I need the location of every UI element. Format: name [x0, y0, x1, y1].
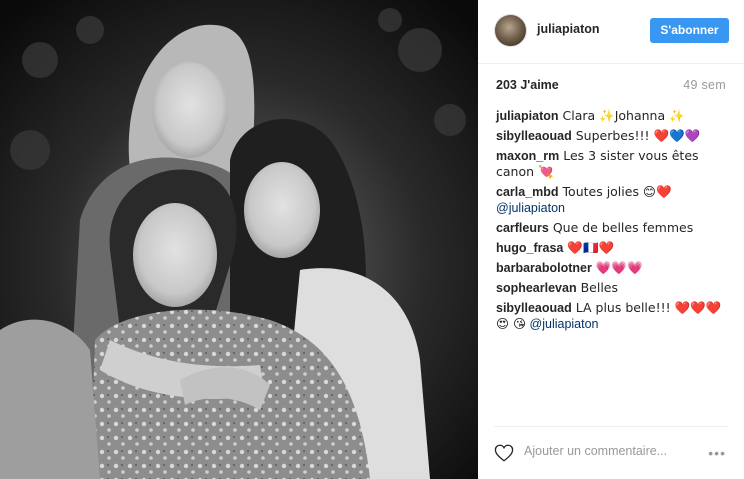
post-side-panel: juliapiaton S'abonner 203 J'aime 49 sem … [478, 0, 744, 479]
comment-username[interactable]: sibylleaouad [496, 129, 572, 143]
comment-item: juliapiaton Clara ✨Johanna ✨ [496, 108, 730, 124]
comment-item: carfleurs Que de belles femmes [496, 220, 730, 236]
post-photo[interactable] [0, 0, 478, 479]
comment-username[interactable]: juliapiaton [496, 109, 559, 123]
comment-footer: ••• [494, 426, 728, 474]
comment-mention[interactable]: @juliapiaton [496, 201, 565, 215]
add-comment-input[interactable] [524, 444, 684, 458]
likes-count[interactable]: 203 J'aime [496, 78, 559, 92]
follow-button[interactable]: S'abonner [650, 18, 729, 43]
comment-item: barbarabolotner 💗💗💗 [496, 260, 730, 276]
comment-username[interactable]: maxon_rm [496, 149, 559, 163]
comment-mention[interactable]: @juliapiaton [530, 317, 599, 331]
comment-username[interactable]: carfleurs [496, 221, 549, 235]
more-options-icon[interactable]: ••• [708, 445, 726, 461]
avatar[interactable] [494, 14, 527, 47]
comment-text: Toutes jolies 😊❤️ [562, 184, 672, 199]
comment-username[interactable]: barbarabolotner [496, 261, 592, 275]
comment-username[interactable]: sophearlevan [496, 281, 577, 295]
comment-item: hugo_frasa ❤️🇫🇷❤️ [496, 240, 730, 256]
username-link[interactable]: juliapiaton [537, 22, 600, 36]
post-meta: 203 J'aime 49 sem [496, 78, 726, 94]
instagram-post: juliapiaton S'abonner 203 J'aime 49 sem … [0, 0, 744, 479]
comment-item: maxon_rm Les 3 sister vous êtes canon 💘 [496, 148, 730, 180]
comment-text: Que de belles femmes [552, 220, 694, 235]
comment-list: juliapiaton Clara ✨Johanna ✨ sibylleaouad… [496, 108, 730, 336]
comment-username[interactable]: sibylleaouad [496, 301, 572, 315]
comment-text: Belles [580, 280, 619, 295]
post-age[interactable]: 49 sem [683, 78, 726, 92]
comment-text: ❤️🇫🇷❤️ [567, 240, 615, 255]
heart-icon[interactable] [494, 444, 514, 462]
post-header: juliapiaton S'abonner [478, 0, 744, 64]
comment-item: sophearlevan Belles [496, 280, 730, 296]
comment-username[interactable]: carla_mbd [496, 185, 559, 199]
comment-item: carla_mbd Toutes jolies 😊❤️ @juliapiaton [496, 184, 730, 216]
comment-item: sibylleaouad LA plus belle!!! ❤️❤️❤️😍 😘 @… [496, 300, 730, 332]
comment-text: 💗💗💗 [595, 260, 643, 275]
comment-username[interactable]: hugo_frasa [496, 241, 563, 255]
comment-text: Superbes!!! ❤️💙💜 [575, 128, 701, 143]
comment-item: sibylleaouad Superbes!!! ❤️💙💜 [496, 128, 730, 144]
photo-illustration [0, 0, 478, 479]
comment-text: Clara ✨Johanna ✨ [562, 108, 685, 123]
